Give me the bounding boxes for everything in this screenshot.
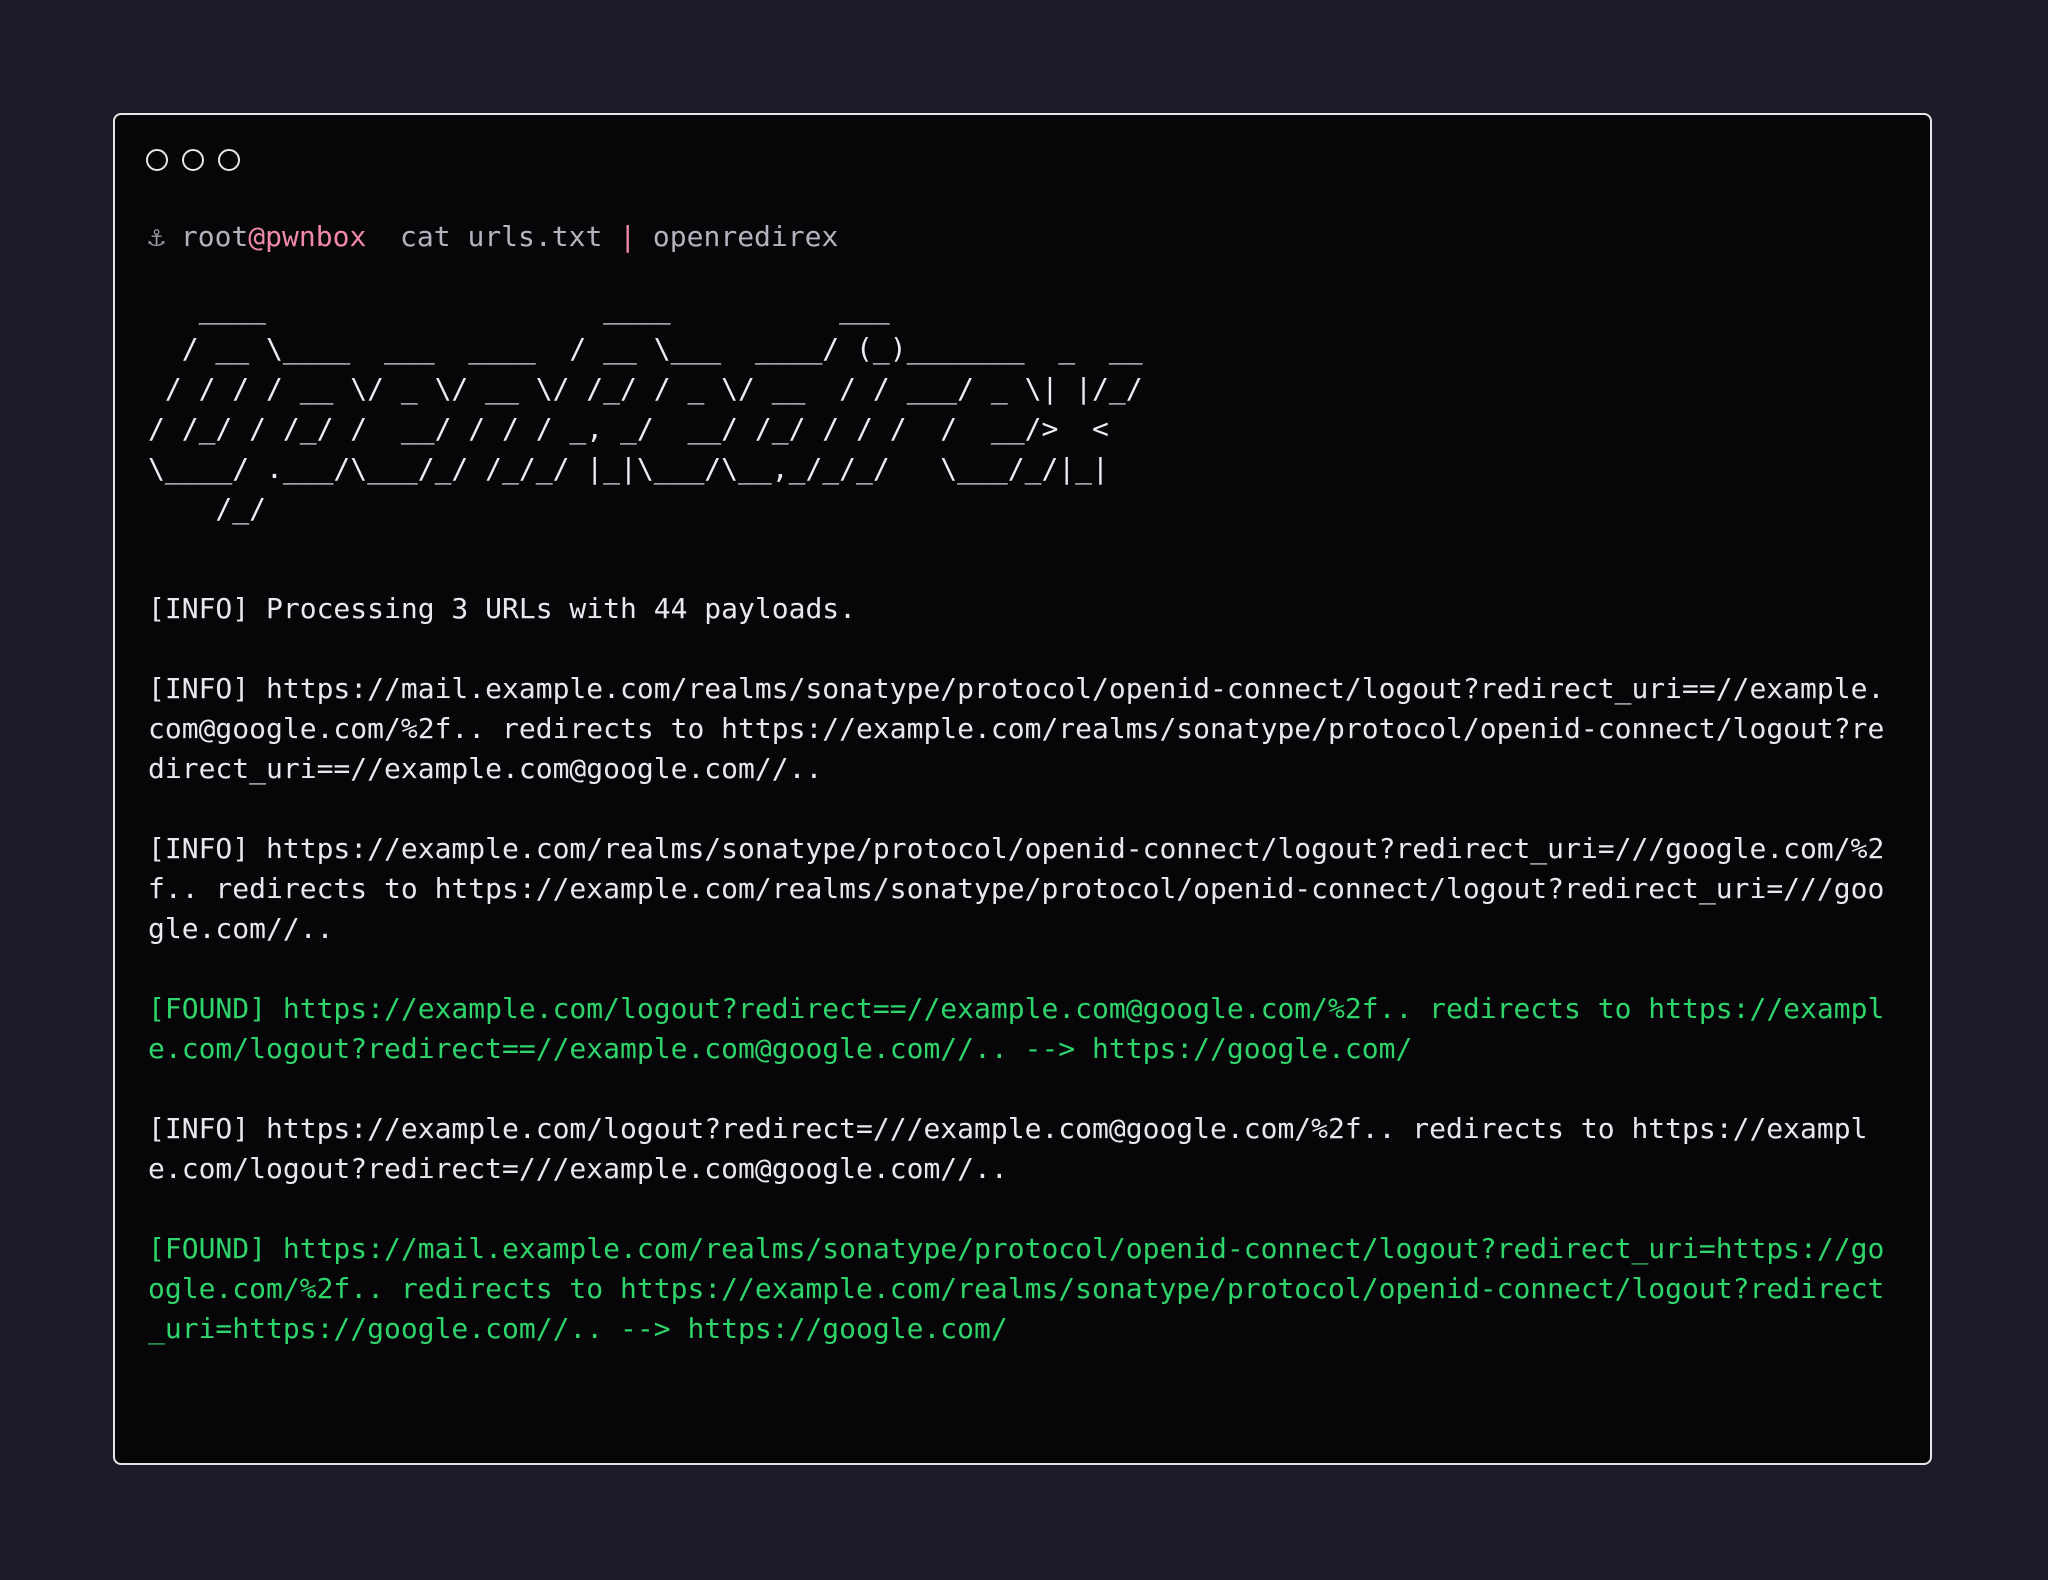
log-line-info: [INFO] https://mail.example.com/realms/s… [148,672,1885,785]
terminal-output[interactable]: ⚓ root @pwnbox cat urls.txt | openredirex … [148,217,1890,1389]
window-control-3[interactable] [218,149,240,171]
program-name: openredirex [652,220,839,253]
prompt-user: root [180,220,249,253]
log-line-found: [FOUND] https://example.com/logout?redir… [148,992,1885,1065]
ascii-banner: ____ ____ ___ / __ \____ ___ ____ / __ \… [148,292,1143,525]
window-control-2[interactable] [182,149,204,171]
command-prompt: ⚓ root @pwnbox cat urls.txt | openredirex [148,217,1890,257]
log-line-info: [INFO] https://example.com/logout?redire… [148,1112,1868,1185]
command-text: cat urls.txt [400,220,603,253]
pipe-symbol: | [619,220,637,253]
terminal-window: ⚓ root @pwnbox cat urls.txt | openredirex … [113,113,1932,1465]
log-line-info: [INFO] https://example.com/realms/sonaty… [148,832,1885,945]
window-control-1[interactable] [146,149,168,171]
log-line-info: [INFO] Processing 3 URLs with 44 payload… [148,592,857,625]
anchor-icon: ⚓ [148,220,165,253]
log-output: [INFO] Processing 3 URLs with 44 payload… [148,589,1890,1349]
log-line-found: [FOUND] https://mail.example.com/realms/… [148,1232,1885,1345]
prompt-host: @pwnbox [248,220,367,253]
window-controls [146,149,240,171]
